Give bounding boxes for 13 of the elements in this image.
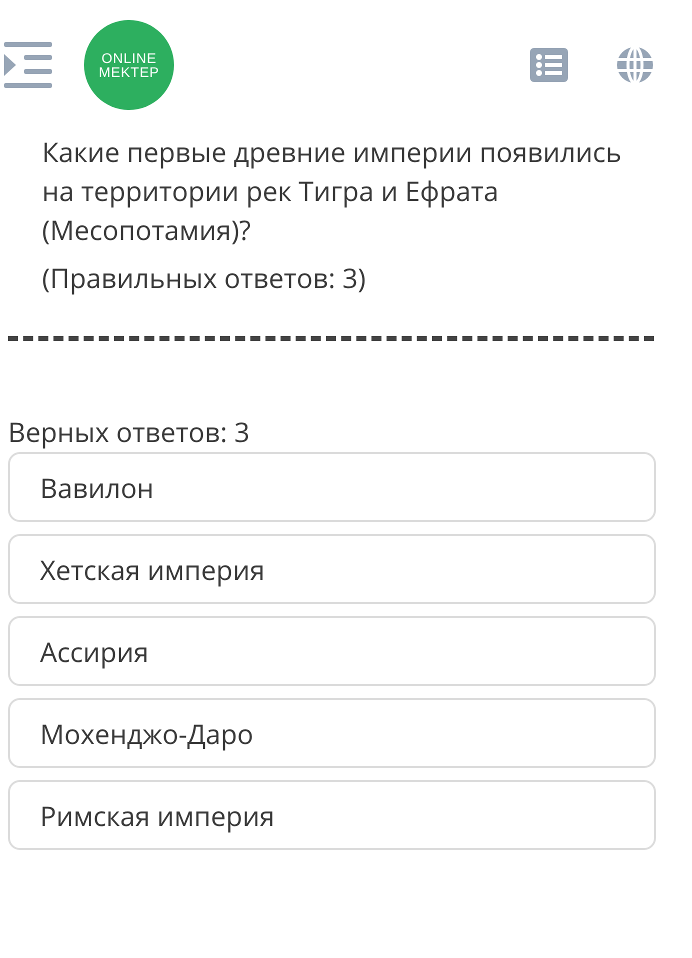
question-text: Какие первые древние империи появились на территории рек Тигра и Ефрата (Месопотамия)? xyxy=(41,132,623,249)
logo-text: ONLINE xyxy=(101,51,157,65)
logo-text: MEKTEP xyxy=(98,65,160,79)
globe-icon[interactable] xyxy=(616,46,654,84)
answer-count-hint: (Правильных ответов: 3) xyxy=(41,258,367,296)
menu-icon[interactable] xyxy=(2,40,54,90)
answer-option[interactable]: Римская империя xyxy=(8,780,656,850)
answer-option[interactable]: Ассирия xyxy=(8,616,656,686)
answer-option[interactable]: Хетская империя xyxy=(8,534,656,604)
list-icon[interactable] xyxy=(530,48,568,82)
answers-label: Верных ответов: 3 xyxy=(7,412,251,450)
answer-option[interactable]: Мохенджо-Даро xyxy=(8,698,656,768)
answer-option[interactable]: Вавилон xyxy=(8,452,656,522)
